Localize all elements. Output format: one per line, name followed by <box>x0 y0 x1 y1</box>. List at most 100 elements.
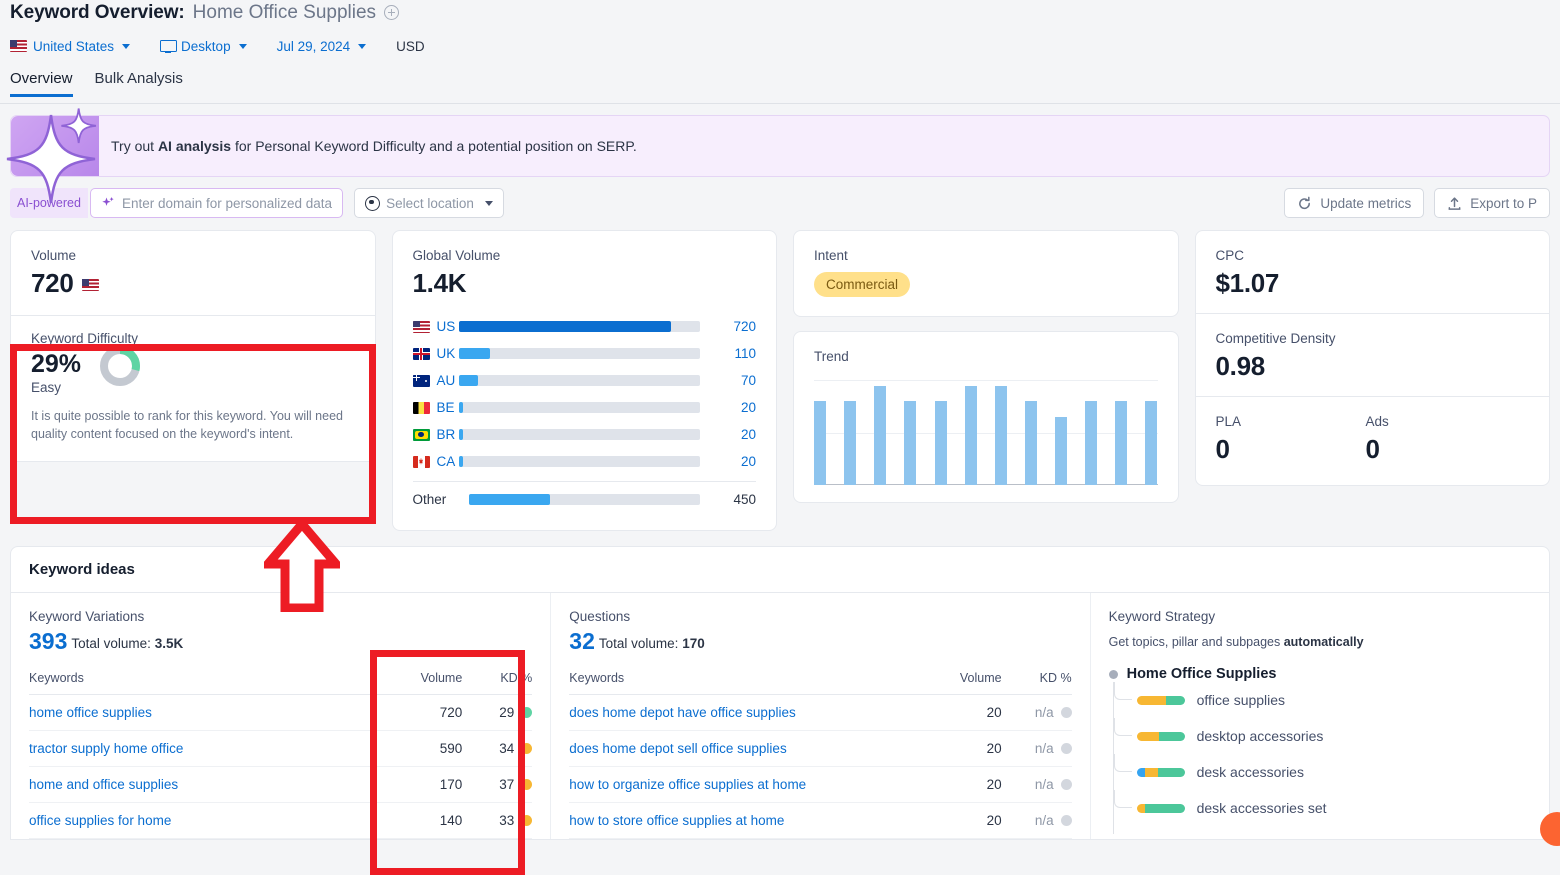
kd-dot-icon <box>521 743 533 754</box>
trend-chart <box>814 380 1158 485</box>
volume-bar-fill <box>458 456 464 467</box>
keyword-link[interactable]: how to store office supplies at home <box>569 813 784 828</box>
trend-bar <box>814 401 827 485</box>
keyword-link[interactable]: home and office supplies <box>29 777 178 792</box>
volume-cell: 170 <box>388 766 463 803</box>
country-code: UK <box>412 346 459 361</box>
kd-value: n/a <box>1034 741 1054 756</box>
questions-column: Questions 32 Total volume: 170 Keywords V… <box>550 593 1089 839</box>
location-select-label: Select location <box>386 195 474 211</box>
divider <box>412 481 757 482</box>
volume-cell: 140 <box>388 802 463 839</box>
kd-cell: 34 <box>462 730 533 767</box>
refresh-icon <box>1299 196 1311 209</box>
country-code-label: CA <box>436 454 456 469</box>
root-dot-icon <box>1108 669 1118 679</box>
keyword-cell: does home depot have office supplies <box>569 694 928 731</box>
col-kd[interactable]: KD % <box>1001 671 1072 695</box>
col-volume[interactable]: Volume <box>388 671 463 695</box>
ai-analysis-banner[interactable]: Try out AI analysis for Personal Keyword… <box>6 108 1550 204</box>
difficulty-donut-chart <box>100 346 141 386</box>
tab-bulk-analysis[interactable]: Bulk Analysis <box>95 70 183 96</box>
strategy-item-label: desk accessories <box>1196 764 1304 780</box>
trend-bar <box>1055 416 1068 485</box>
flag-us-icon <box>10 40 27 52</box>
flag-us-icon <box>82 279 100 291</box>
global-volume-row: US 720 <box>412 313 756 340</box>
keyword-link[interactable]: tractor supply home office <box>29 741 183 756</box>
col-kd[interactable]: KD % <box>462 671 533 695</box>
volume-value: 20 <box>741 400 757 415</box>
ai-banner-text: Try out AI analysis for Personal Keyword… <box>111 138 637 154</box>
tree-elbow <box>1113 790 1132 808</box>
keyword-difficulty-level: Easy <box>31 379 62 395</box>
questions-table: Keywords Volume KD % does home depot hav… <box>569 671 1072 839</box>
country-selector[interactable]: United States <box>10 39 131 54</box>
keyword-cell: how to organize office supplies at home <box>569 766 928 803</box>
global-volume-other-row: Other 450 <box>413 486 757 513</box>
volume-cell: 20 <box>927 766 1002 803</box>
keyword-link[interactable]: does home depot have office supplies <box>569 705 795 720</box>
main-tabs: Overview Bulk Analysis <box>0 70 1560 104</box>
strategy-segment <box>1136 695 1167 705</box>
export-label: Export to P <box>1470 195 1537 211</box>
keyword-link[interactable]: does home depot sell office supplies <box>569 741 786 756</box>
questions-total-value: 170 <box>682 636 705 651</box>
table-row: does home depot sell office supplies 20 n/… <box>569 730 1072 767</box>
questions-count: 32 <box>569 628 595 654</box>
strategy-segment <box>1145 803 1185 813</box>
volume-cell: 590 <box>388 730 463 767</box>
kd-cell: 33 <box>462 802 533 839</box>
strategy-tree-item[interactable]: office supplies <box>1109 682 1531 718</box>
tab-overview[interactable]: Overview <box>10 70 73 97</box>
kd-dot-icon <box>1060 815 1072 826</box>
table-row: how to store office supplies at home 20 n/… <box>569 802 1072 839</box>
export-upload-icon <box>1448 196 1461 210</box>
volume-bar-fill <box>458 429 464 440</box>
pla-label: PLA <box>1215 414 1242 429</box>
device-selector[interactable]: Desktop <box>160 39 247 54</box>
sparkle-icon <box>6 108 97 204</box>
kd-cell: n/a <box>1001 766 1072 803</box>
chevron-down-icon <box>238 43 247 49</box>
volume-bar-fill <box>458 402 464 413</box>
volume-value: 20 <box>741 454 757 469</box>
date-selector[interactable]: Jul 29, 2024 <box>277 39 367 54</box>
keyword-strategy-subtitle: Get topics, pillar and subpages automati… <box>1109 635 1531 649</box>
global-volume-row: BR 20 <box>412 421 756 448</box>
keyword-link[interactable]: office supplies for home <box>29 813 171 828</box>
floating-action-bubble[interactable] <box>1540 812 1560 846</box>
date-label: Jul 29, 2024 <box>276 38 351 54</box>
country-code-label: Other <box>412 492 447 507</box>
global-volume-row: BE 20 <box>412 394 757 421</box>
strategy-tree-item[interactable]: desk accessories <box>1109 754 1531 790</box>
export-button[interactable]: Export to P <box>1434 188 1550 218</box>
keyword-difficulty-label: Keyword Difficulty <box>31 331 139 346</box>
add-to-list-icon[interactable] <box>384 5 400 20</box>
volume-difficulty-card: Volume 720 Keyword Difficulty 29% Easy I… <box>10 230 376 463</box>
kd-dot-icon <box>521 707 533 718</box>
keyword-link[interactable]: home office supplies <box>29 705 152 720</box>
location-select[interactable]: Select location <box>354 188 504 218</box>
toolbar-actions: Update metrics Export to P <box>1284 188 1550 218</box>
keyword-cell: tractor supply home office <box>29 730 389 767</box>
col-keywords[interactable]: Keywords <box>569 671 928 695</box>
strategy-root[interactable]: Home Office Supplies <box>1108 666 1531 682</box>
page-title-prefix: Keyword Overview: <box>10 2 185 23</box>
col-keywords[interactable]: Keywords <box>29 671 389 695</box>
strategy-tree-item[interactable]: desktop accessories <box>1109 718 1531 754</box>
domain-input[interactable]: Enter domain for personalized data <box>89 188 344 218</box>
kd-cell: n/a <box>1001 802 1072 839</box>
keyword-difficulty-section: Keyword Difficulty 29% Easy It is quite … <box>11 316 375 461</box>
keyword-link[interactable]: how to organize office supplies at home <box>569 777 806 792</box>
flag-ca-icon <box>412 455 430 468</box>
desktop-icon <box>160 39 178 53</box>
update-metrics-button[interactable]: Update metrics <box>1284 188 1425 218</box>
keyword-variations-title: Keyword Variations <box>29 609 145 624</box>
table-row: does home depot have office supplies 20 n/… <box>569 694 1072 731</box>
global-volume-list: US 720 UK 110 AU 70 BE 20 BR 20 CA 20 Other 450 <box>412 313 757 513</box>
keyword-strategy-column: Keyword Strategy Get topics, pillar and … <box>1089 593 1549 839</box>
col-volume[interactable]: Volume <box>927 671 1002 695</box>
intent-label: Intent <box>814 248 848 263</box>
strategy-tree-item[interactable]: desk accessories set <box>1109 790 1531 826</box>
